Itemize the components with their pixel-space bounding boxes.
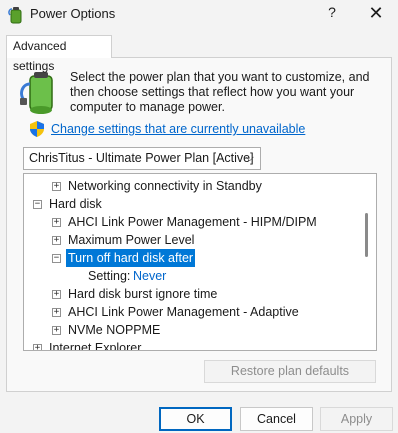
ok-button[interactable]: OK [159,407,232,431]
tree-item-label: NVMe NOPPME [68,323,161,337]
tree-item-burst-ignore-time[interactable]: + Hard disk burst ignore time [24,285,364,303]
settings-tree[interactable]: + Networking connectivity in Standby − H… [23,173,377,351]
tree-item-hard-disk[interactable]: − Hard disk [24,195,364,213]
tree-item-label: Maximum Power Level [68,233,195,247]
chevron-down-icon: ⌵ [245,152,254,164]
power-plan-select-value: ChrisTitus - Ultimate Power Plan [Active… [29,151,254,165]
collapse-icon[interactable]: − [52,254,61,263]
close-button[interactable]: ✕ [358,2,394,26]
power-plan-select[interactable]: ChrisTitus - Ultimate Power Plan [Active… [23,147,261,170]
tree-item-setting: Setting: Never [24,267,364,285]
plan-description: Select the power plan that you want to c… [70,70,370,114]
tree-item-label: Internet Explorer [49,341,142,351]
tree-item-label: Hard disk [49,197,102,211]
expand-icon[interactable]: + [52,326,61,335]
tree-item-label: AHCI Link Power Management - Adaptive [68,305,299,319]
help-button[interactable]: ? [324,4,340,24]
tab-advanced-settings[interactable]: Advanced settings [6,35,112,73]
window-title: Power Options [30,6,116,21]
tree-scrollbar-thumb[interactable] [365,213,368,257]
apply-button[interactable]: Apply [320,407,393,431]
expand-icon[interactable]: + [52,236,61,245]
collapse-icon[interactable]: − [33,200,42,209]
tree-item-turn-off-hard-disk[interactable]: − Turn off hard disk after [24,249,364,267]
tree-item-maximum-power-level[interactable]: + Maximum Power Level [24,231,364,249]
tree-item-networking-standby[interactable]: + Networking connectivity in Standby [24,177,364,195]
setting-value[interactable]: Never [131,267,168,285]
cancel-button[interactable]: Cancel [240,407,313,431]
setting-label: Setting: [88,269,131,283]
tree-item-label-selected: Turn off hard disk after [66,249,196,267]
tree-item-label: Networking connectivity in Standby [68,179,262,193]
expand-icon[interactable]: + [52,290,61,299]
expand-icon[interactable]: + [52,218,61,227]
tree-item-label: Hard disk burst ignore time [68,287,218,301]
battery-plan-icon [20,72,53,114]
power-options-icon [8,7,22,24]
tree-item-nvme-noppme[interactable]: + NVMe NOPPME [24,321,364,339]
expand-icon[interactable]: + [52,308,61,317]
tree-item-internet-explorer[interactable]: + Internet Explorer [24,339,364,351]
uac-shield-icon [30,121,44,137]
expand-icon[interactable]: + [33,344,42,350]
tree-item-ahci-adaptive[interactable]: + AHCI Link Power Management - Adaptive [24,303,364,321]
expand-icon[interactable]: + [52,182,61,191]
title-bar: Power Options ? ✕ [0,0,398,30]
restore-plan-defaults-button[interactable]: Restore plan defaults [204,360,376,383]
tree-item-ahci-hipm-dipm[interactable]: + AHCI Link Power Management - HIPM/DIPM [24,213,364,231]
change-settings-link[interactable]: Change settings that are currently unava… [51,122,305,136]
tree-item-label: AHCI Link Power Management - HIPM/DIPM [68,215,317,229]
